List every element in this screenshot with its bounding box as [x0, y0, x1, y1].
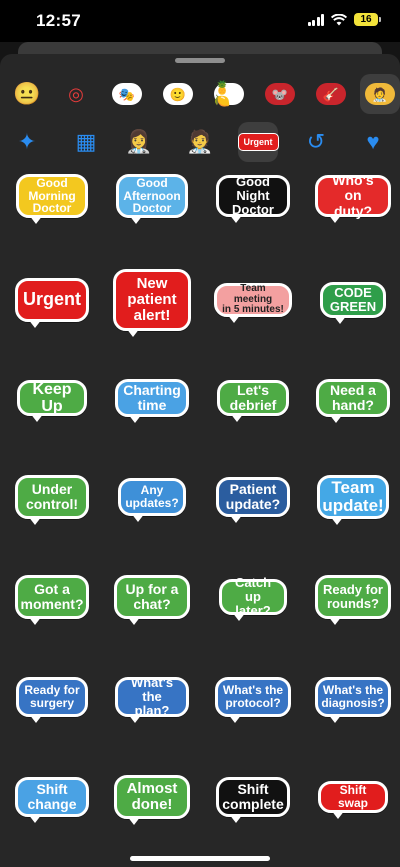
sticker-text: Keep Up	[32, 380, 72, 415]
smiley-emoji-tab[interactable]: 😐	[7, 74, 47, 114]
sticker-text: Need a hand?	[330, 381, 376, 413]
doctor-sticker-pack-icon: 🧑‍⚕️	[365, 83, 395, 105]
sticker-up-for-a-chat[interactable]: Up for a chat?	[114, 575, 190, 625]
favorites-icon: ♥	[366, 129, 380, 154]
sticker-urgent[interactable]: Urgent	[15, 278, 89, 328]
sticker-text: Ready for rounds?	[323, 581, 383, 611]
smiley-emoji-icon: 😐	[13, 81, 41, 106]
sticker-text: Who's on duty?	[332, 172, 374, 219]
status-bar: 12:57 16	[0, 0, 400, 44]
sticker-under-control[interactable]: Under control!	[15, 475, 89, 525]
favorites-tab[interactable]: ♥	[353, 122, 393, 162]
cellular-signal-icon	[307, 13, 324, 26]
sticker-almost-done[interactable]: Almost done!	[114, 775, 190, 825]
memoji-pack-2-icon: 🙂	[163, 83, 193, 105]
sticker-text: Catch up later?	[234, 574, 272, 619]
sticker-text: Up for a chat?	[125, 580, 179, 612]
sticker-category-row-2: ✦ ▦ 👩‍⚕️ 🧑‍⚕️ Urgent ↺ ♥	[0, 120, 400, 164]
grid-apps-icon: ▦	[75, 129, 97, 154]
sticker-shift-complete[interactable]: Shift complete	[216, 777, 290, 823]
sparkle-emoji-icon: ✦	[17, 129, 37, 154]
sticker-text: What's the plan?	[130, 674, 174, 719]
recents-icon: ↺	[306, 129, 326, 154]
urgent-sticker-tab[interactable]: Urgent	[237, 122, 279, 162]
sheet-grabber[interactable]	[175, 58, 225, 63]
sticker-text: Under control!	[25, 480, 79, 512]
surgeon-sticker-tab[interactable]: 🧑‍⚕️	[180, 122, 220, 162]
sticker-good-morning-doctor[interactable]: Good Morning Doctor	[16, 174, 88, 224]
surgeon-sticker-icon: 🧑‍⚕️	[186, 129, 214, 154]
sticker-shift-change[interactable]: Shift change	[15, 777, 89, 823]
sparkle-emoji-tab[interactable]: ✦	[7, 122, 47, 162]
memoji-pack-2-tab[interactable]: 🙂	[158, 74, 198, 114]
sticker-text: CODE GREEN	[329, 284, 377, 314]
sticker-code-green[interactable]: CODE GREEN	[320, 282, 386, 324]
sticker-text: What's the diagnosis?	[321, 683, 385, 710]
nurse-sticker-icon: 👩‍⚕️	[125, 129, 153, 154]
sticker-text: Any updates?	[125, 483, 179, 510]
sticker-new-patient-alert[interactable]: New patient alert!	[113, 269, 191, 337]
status-icons: 16	[307, 13, 381, 26]
sticker-text: Good Afternoon Doctor	[123, 175, 181, 216]
sticker-text: Shift swap	[337, 783, 368, 810]
recents-tab[interactable]: ↺	[296, 122, 336, 162]
sticker-category-row-1: 😐 ◎ 🎭 🙂 🍍🍋 🐭 🎸 🧑‍⚕️	[0, 72, 400, 116]
sticker-text: Let's debrief	[229, 381, 277, 413]
red-sticker-pack-icon: 🐭	[265, 83, 295, 105]
sticker-team-update[interactable]: Team update!	[317, 475, 389, 525]
sticker-text: Ready for surgery	[24, 683, 80, 710]
sticker-got-a-moment[interactable]: Got a moment?	[15, 575, 89, 625]
urgent-sticker-icon: Urgent	[237, 133, 279, 151]
guitar-sticker-pack-tab[interactable]: 🎸	[311, 74, 351, 114]
memoji-pack-1-icon: 🎭	[112, 83, 142, 105]
memoji-pack-1-tab[interactable]: 🎭	[107, 74, 147, 114]
sticker-what-s-the-plan[interactable]: What's the plan?	[115, 674, 189, 723]
fruit-sticker-pack-icon: 🍍🍋	[214, 81, 244, 107]
sticker-ready-for-surgery[interactable]: Ready for surgery	[16, 677, 88, 723]
sticker-text: Shift complete	[222, 780, 284, 812]
grid-apps-tab[interactable]: ▦	[66, 122, 106, 162]
sticker-text: What's the protocol?	[222, 683, 284, 710]
sticker-text: Patient update?	[225, 480, 281, 512]
sticker-what-s-the-protocol[interactable]: What's the protocol?	[215, 677, 291, 723]
sticker-keep-up[interactable]: Keep Up	[17, 380, 87, 422]
sticker-what-s-the-diagnosis[interactable]: What's the diagnosis?	[315, 677, 391, 723]
sticker-shift-swap[interactable]: Shift swap	[318, 781, 388, 819]
sticker-text: Got a moment?	[20, 580, 84, 612]
nurse-sticker-tab[interactable]: 👩‍⚕️	[119, 122, 159, 162]
sticker-text: Team update!	[322, 477, 384, 515]
sticker-text: Team meeting in 5 minutes!	[222, 282, 284, 316]
sticker-let-s-debrief[interactable]: Let's debrief	[217, 380, 289, 422]
sticker-catch-up-later[interactable]: Catch up later?	[219, 574, 287, 621]
sticker-text: Shift change	[27, 780, 77, 812]
sticker-need-a-hand[interactable]: Need a hand?	[316, 379, 390, 423]
guitar-sticker-pack-icon: 🎸	[316, 83, 346, 105]
home-indicator[interactable]	[130, 856, 270, 861]
sticker-any-updates[interactable]: Any updates?	[118, 478, 186, 522]
sticker-good-night-doctor[interactable]: Good Night Doctor	[216, 173, 290, 223]
sticker-good-afternoon-doctor[interactable]: Good Afternoon Doctor	[116, 174, 188, 224]
sticker-charting-time[interactable]: Charting time	[115, 379, 189, 423]
activity-ring-tab[interactable]: ◎	[56, 74, 96, 114]
sticker-text: Good Night Doctor	[232, 173, 274, 218]
doctor-sticker-pack-tab[interactable]: 🧑‍⚕️	[360, 74, 400, 114]
fruit-sticker-pack-tab[interactable]: 🍍🍋	[209, 74, 249, 114]
sticker-text: Good Morning Doctor	[28, 175, 76, 216]
activity-ring-icon: ◎	[68, 84, 84, 104]
sticker-text: New patient alert!	[127, 274, 177, 325]
wifi-icon	[331, 13, 347, 25]
status-time: 12:57	[36, 11, 81, 30]
sticker-patient-update[interactable]: Patient update?	[216, 477, 290, 523]
sticker-team-meeting-in-5-minutes[interactable]: Team meeting in 5 minutes!	[214, 282, 292, 323]
sticker-who-s-on-duty[interactable]: Who's on duty?	[315, 172, 391, 223]
sticker-text: Almost done!	[126, 779, 178, 813]
sticker-ready-for-rounds[interactable]: Ready for rounds?	[315, 575, 391, 625]
red-sticker-pack-tab[interactable]: 🐭	[260, 74, 300, 114]
battery-icon: 16	[354, 13, 381, 26]
sticker-text: Charting time	[123, 381, 181, 413]
sticker-text: Urgent	[23, 289, 81, 310]
